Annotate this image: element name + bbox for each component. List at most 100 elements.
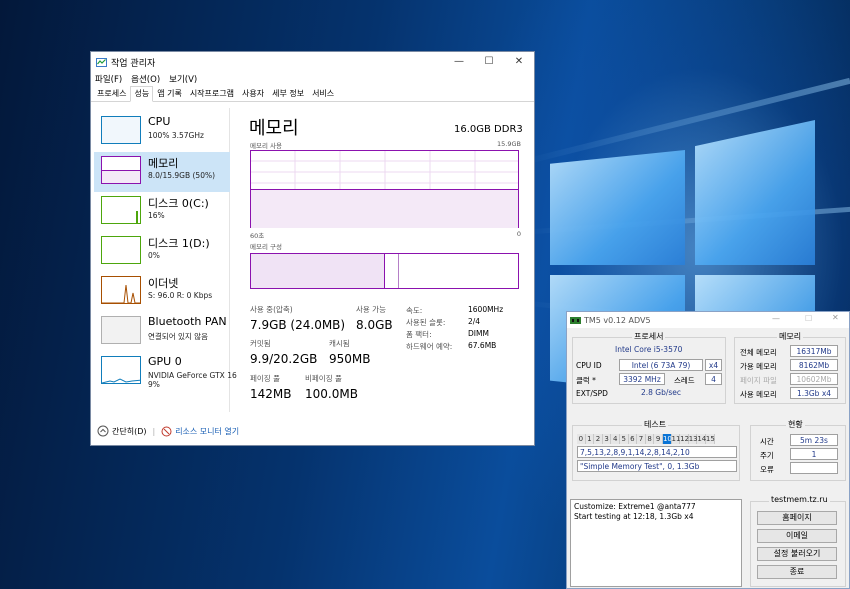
available-memory-label: 가용 메모리: [740, 362, 777, 371]
total-memory-field: 16317Mb: [790, 345, 838, 357]
sidebar-item-value: NVIDIA GeForce GTX 16: [148, 371, 237, 380]
memory-capacity: 16.0GB DDR3: [454, 124, 523, 135]
sidebar-item-label: 이더넷: [148, 277, 179, 290]
usage-graph-max: 15.9GB: [497, 140, 521, 148]
cpu-id-label: CPU ID: [576, 361, 602, 370]
sidebar-item-ethernet[interactable]: 이더넷 S: 96.0 R: 0 Kbps: [94, 272, 230, 312]
speed-label: 속도:: [406, 306, 423, 315]
resource-monitor-label: 리소스 모니터 열기: [175, 426, 240, 436]
test-cell: 10: [662, 434, 672, 444]
stat-nonpaged-pool-label: 비페이징 풀: [305, 374, 342, 383]
menu-view[interactable]: 보기(V): [169, 73, 197, 85]
sidebar-item-gpu[interactable]: GPU 0 NVIDIA GeForce GTX 16 9%: [94, 352, 237, 398]
test-cell: 9: [654, 434, 663, 444]
sidebar-item-label: 메모리: [148, 157, 179, 170]
log-line: Start testing at 12:18, 1.3Gb x4: [574, 512, 694, 521]
test-cell: 6: [628, 434, 638, 444]
collapse-button[interactable]: 간단히(D): [97, 425, 146, 437]
menu-options[interactable]: 옵션(O): [131, 73, 160, 85]
tm5-title-bar[interactable]: TM5 v0.12 ADV5 — ☐ ✕: [567, 312, 849, 328]
stat-paged-pool-value: 142MB: [250, 387, 292, 401]
sidebar-item-memory[interactable]: 메모리 8.0/15.9GB (50%): [94, 152, 230, 192]
slots-label: 사용된 슬롯:: [406, 318, 446, 327]
sidebar-item-cpu[interactable]: CPU 100% 3.57GHz: [94, 112, 230, 152]
close-button[interactable]: ✕: [511, 55, 527, 69]
tab-performance[interactable]: 성능: [130, 86, 154, 102]
sidebar-item-disk-1[interactable]: 디스크 1(D:) 0%: [94, 232, 230, 272]
gpu-sparkline: [102, 378, 140, 383]
sidebar-item-label: CPU: [148, 115, 171, 128]
menu-file[interactable]: 파일(F): [95, 73, 122, 85]
log-textarea[interactable]: Customize: Extreme1 @anta777 Start testi…: [570, 499, 742, 587]
test-progress-cells: 0 1 2 3 4 5 6 7 8 9 101112131415: [577, 434, 715, 444]
windows-logo-pane: [550, 150, 685, 265]
maximize-button[interactable]: ☐: [805, 314, 812, 323]
tab-processes[interactable]: 프로세스: [93, 86, 130, 101]
stat-committed-label: 커밋됨: [250, 339, 271, 348]
resource-monitor-link[interactable]: 리소스 모니터 열기: [161, 426, 239, 437]
chevron-up-icon: [97, 425, 109, 437]
sidebar-item-value-2: 9%: [148, 380, 160, 389]
page-file-field: 10602Mb: [790, 373, 838, 385]
sidebar-item-value: 8.0/15.9GB (50%): [148, 171, 216, 180]
stat-cached-value: 950MB: [329, 352, 371, 366]
tab-details[interactable]: 세부 정보: [268, 86, 308, 101]
sidebar-item-value: 16%: [148, 211, 165, 220]
thread-label: 스레드: [674, 376, 695, 385]
tab-app-history[interactable]: 앱 기록: [153, 86, 186, 101]
footer-divider: |: [152, 426, 156, 436]
sidebar-item-bluetooth[interactable]: Bluetooth PAN 연결되어 있지 않음: [94, 312, 230, 352]
test-cell: 11: [671, 434, 681, 444]
stat-paged-pool-label: 페이징 풀: [250, 374, 280, 383]
usage-graph-label: 메모리 사용: [250, 142, 282, 150]
usage-fill: [251, 189, 518, 228]
close-button[interactable]: ✕: [832, 313, 839, 322]
stat-committed-value: 9.9/20.2GB: [250, 352, 318, 366]
sidebar-item-disk-0[interactable]: 디스크 0(C:) 16%: [94, 192, 230, 232]
exit-button[interactable]: 종료: [757, 565, 837, 579]
log-line: Customize: Extreme1 @anta777: [574, 502, 696, 511]
ethernet-thumbnail: [101, 276, 141, 304]
sidebar-item-label: 디스크 1(D:): [148, 237, 210, 250]
disk-0-thumbnail: [101, 196, 141, 224]
title-bar[interactable]: 작업 관리자: [91, 52, 534, 72]
cpu-thumbnail: [101, 116, 141, 144]
ethernet-sparkline: [102, 284, 140, 303]
bluetooth-thumbnail: [101, 316, 141, 344]
memory-group-title: 메모리: [777, 331, 804, 342]
used-memory-field: 1.3Gb x4: [790, 387, 838, 399]
test-cell: 8: [645, 434, 655, 444]
test-cell: 0: [577, 434, 586, 444]
stat-available-label: 사용 가능: [356, 305, 386, 314]
tab-startup[interactable]: 시작프로그램: [186, 86, 238, 101]
memory-chip-icon: [570, 316, 581, 324]
composition-label: 메모리 구성: [250, 243, 282, 251]
minimize-button[interactable]: —: [451, 55, 467, 69]
load-config-button[interactable]: 설정 불러오기: [757, 547, 837, 561]
test-cell: 13: [688, 434, 698, 444]
total-memory-label: 전체 메모리: [740, 348, 777, 357]
processor-group-title: 프로세서: [632, 331, 666, 342]
cpu-name: Intel Core i5-3570: [615, 345, 683, 354]
stat-nonpaged-pool-value: 100.0MB: [305, 387, 358, 401]
test-cell: 15: [705, 434, 715, 444]
memory-usage-graph: [250, 150, 519, 228]
hardware-reserved-label: 하드웨어 예약:: [406, 342, 453, 351]
email-button[interactable]: 이메일: [757, 529, 837, 543]
clock-label: 클럭 *: [576, 376, 596, 385]
available-memory-field: 8162Mb: [790, 359, 838, 371]
maximize-button[interactable]: ☐: [481, 55, 497, 69]
collapse-label: 간단히(D): [112, 426, 147, 436]
window-title: 작업 관리자: [111, 58, 156, 69]
test-cell: 7: [637, 434, 646, 444]
task-manager-window: 작업 관리자 — ☐ ✕ 파일(F) 옵션(O) 보기(V) 프로세스 성능 앱…: [90, 51, 535, 446]
test-description-field: "Simple Memory Test", 0, 1.3Gb: [577, 460, 737, 472]
homepage-button[interactable]: 홈페이지: [757, 511, 837, 525]
test-cell: 14: [697, 434, 707, 444]
minimize-button[interactable]: —: [772, 314, 780, 323]
tab-users[interactable]: 사용자: [238, 86, 268, 101]
cpu-cores-field: x4: [705, 359, 722, 371]
tab-bar: 프로세스 성능 앱 기록 시작프로그램 사용자 세부 정보 서비스: [91, 86, 534, 102]
footer-bar: 간단히(D) | 리소스 모니터 열기: [97, 425, 239, 437]
tab-services[interactable]: 서비스: [308, 86, 338, 101]
